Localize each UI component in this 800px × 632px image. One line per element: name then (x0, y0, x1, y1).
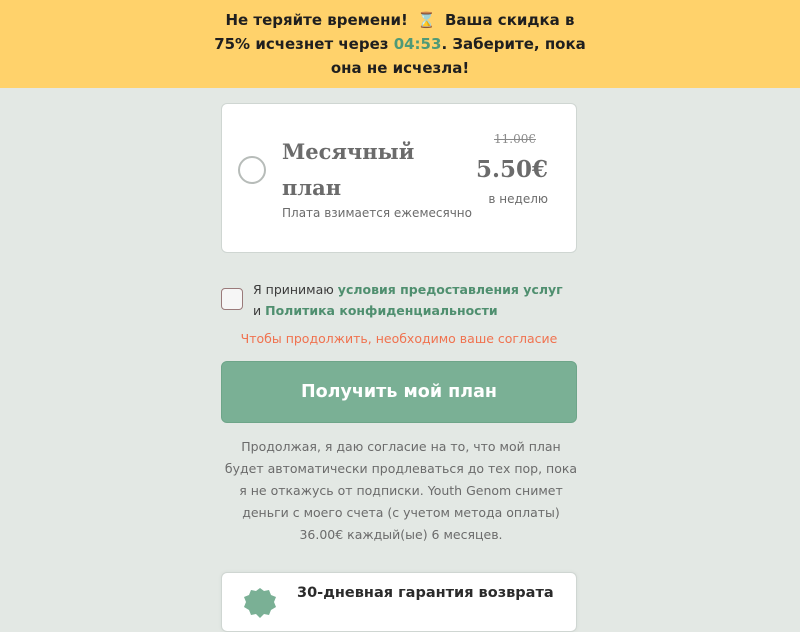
terms-link[interactable]: условия предоставления услуг (338, 282, 563, 297)
guarantee-card: 30-дневная гарантия возврата (221, 572, 577, 632)
banner-text-before: Не теряйте времени! (225, 11, 408, 29)
badge-icon (244, 588, 276, 618)
guarantee-title: 30-дневная гарантия возврата (297, 585, 554, 601)
consent-and: и (253, 303, 262, 318)
hourglass-icon: ⌛ (417, 11, 436, 29)
price-period: в неделю (488, 192, 548, 206)
discount-banner: Не теряйте времени! ⌛ Ваша скидка в 75% … (0, 0, 800, 88)
plan-card-monthly[interactable]: Месячный план Плата взимается ежемесячно… (221, 103, 577, 253)
consent-error: Чтобы продолжить, необходимо ваше соглас… (240, 331, 558, 346)
countdown-timer: 04:53 (393, 35, 442, 53)
consent-text: Я принимаю условия предоставления услуг … (253, 279, 573, 321)
consent-checkbox[interactable] (221, 288, 243, 310)
get-plan-button[interactable]: Получить мой план (221, 361, 577, 423)
plan-price: 5.50€ (475, 156, 548, 183)
subscription-disclaimer: Продолжая, я даю согласие на то, что мой… (224, 439, 578, 542)
old-price: 11.00€ (494, 132, 536, 146)
plan-subtitle: Плата взимается ежемесячно (282, 206, 472, 220)
privacy-link[interactable]: Политика конфиденциальности (265, 303, 497, 318)
banner-text: Не теряйте времени! ⌛ Ваша скидка в 75% … (210, 8, 590, 80)
consent-prefix: Я принимаю (253, 282, 334, 297)
plan-name: Месячный план (282, 139, 415, 200)
plan-radio[interactable] (238, 156, 266, 184)
